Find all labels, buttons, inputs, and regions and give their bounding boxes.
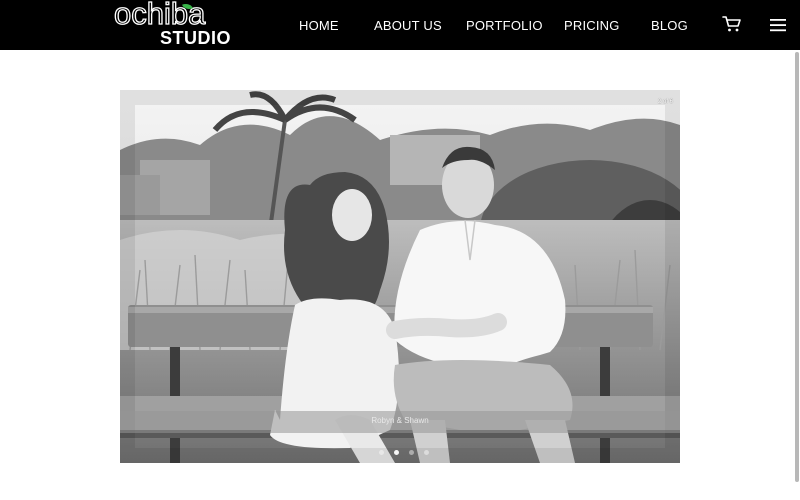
nav-blog[interactable]: BLOG	[651, 17, 688, 35]
logo-wordmark: ochiba	[113, 0, 206, 31]
nav-pricing[interactable]: PRICING	[564, 17, 620, 35]
pagination-dot-1[interactable]	[379, 450, 384, 455]
pagination-dot-2[interactable]	[394, 450, 399, 455]
studio-logo[interactable]: ochiba STUDIO	[113, 0, 236, 48]
hamburger-menu-icon[interactable]	[769, 17, 787, 33]
slide-photo	[120, 90, 680, 463]
nav-about-us[interactable]: ABOUT US	[374, 17, 442, 35]
scrollbar-thumb[interactable]	[795, 52, 799, 482]
pagination-dot-3[interactable]	[409, 450, 414, 455]
nav-portfolio[interactable]: PORTFOLIO	[466, 17, 543, 35]
nav-home[interactable]: HOME	[299, 17, 339, 35]
pagination-dot-4[interactable]	[424, 450, 429, 455]
slide-counter: 2 of 6	[657, 99, 673, 105]
top-navigation-bar: ochiba STUDIO HOME ABOUT US PORTFOLIO PR…	[0, 0, 800, 50]
logo-subtitle: STUDIO	[160, 28, 232, 48]
portfolio-slideshow[interactable]: 2 of 6 Robyn & Shawn	[120, 90, 680, 463]
shopping-cart-icon[interactable]	[722, 15, 742, 33]
slide-caption: Robyn & Shawn	[371, 416, 429, 425]
